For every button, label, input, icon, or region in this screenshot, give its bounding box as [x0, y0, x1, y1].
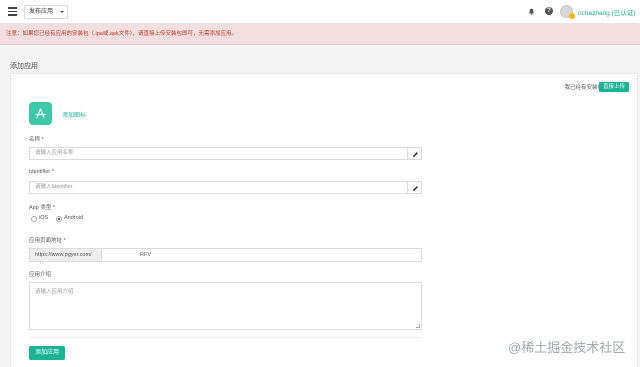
radio-ios-label: iOS	[39, 215, 49, 221]
name-placeholder: 请输入应用名称	[35, 150, 74, 156]
top-navbar: 发布应用 ? richazhang (已认证)	[0, 0, 640, 24]
page-title: 添加应用	[10, 63, 38, 70]
direct-upload-button[interactable]: 直接上传	[598, 82, 629, 92]
identifier-placeholder: 请输入Identifier	[35, 184, 73, 190]
radio-android-label: Android	[64, 215, 83, 221]
username-link[interactable]: richazhang (已认证)	[578, 7, 635, 17]
publish-app-dropdown[interactable]: 发布应用	[24, 5, 68, 19]
url-prefix-addon: https://www.pgyer.com/	[29, 248, 102, 262]
page-url-group: https://www.pgyer.com/ RFV	[29, 248, 422, 262]
page-url-input[interactable]: RFV	[102, 248, 422, 262]
add-app-submit-button[interactable]: 添加应用	[29, 346, 65, 360]
warning-alert: 注意：如果您已经有应用的安装包（.ipa或.apk文件），请直接上传安装包即可，…	[0, 24, 640, 45]
pencil-icon[interactable]	[407, 147, 422, 160]
description-textarea[interactable]: 请输入应用介绍	[29, 282, 422, 330]
help-icon[interactable]: ?	[545, 7, 553, 15]
watermark: @稀土掘金技术社区	[508, 340, 626, 355]
resize-handle[interactable]	[416, 324, 420, 328]
description-placeholder: 请输入应用介绍	[35, 289, 74, 295]
pencil-icon[interactable]	[407, 181, 422, 194]
avatar[interactable]	[560, 5, 575, 19]
name-input[interactable]: 请输入应用名称	[29, 147, 422, 160]
form-divider	[29, 337, 422, 338]
add-icon-link[interactable]: 添加图标	[62, 110, 86, 119]
publish-app-label: 发布应用	[29, 9, 54, 15]
description-label: 应用介绍	[29, 272, 52, 278]
have-package-text: 我已经有安装包	[564, 85, 603, 91]
bell-icon[interactable]	[528, 8, 535, 15]
page-url-label: 应用页面地址 *	[29, 238, 66, 244]
identifier-input[interactable]: 请输入Identifier	[29, 181, 422, 194]
name-label: 名称 *	[29, 137, 44, 143]
caret-down-icon	[60, 11, 64, 13]
verified-badge-icon	[569, 13, 575, 19]
add-app-form-card: 我已经有安装包 直接上传 添加图标 名称 * 请输入应用名称 Identifie…	[10, 73, 638, 367]
app-store-icon[interactable]	[29, 102, 52, 125]
radio-android-circle	[56, 216, 62, 222]
radio-ios-circle	[31, 216, 37, 222]
identifier-label: Identifier *	[29, 169, 54, 175]
app-type-label: App 类型 *	[29, 205, 55, 211]
menu-icon[interactable]	[8, 7, 17, 16]
